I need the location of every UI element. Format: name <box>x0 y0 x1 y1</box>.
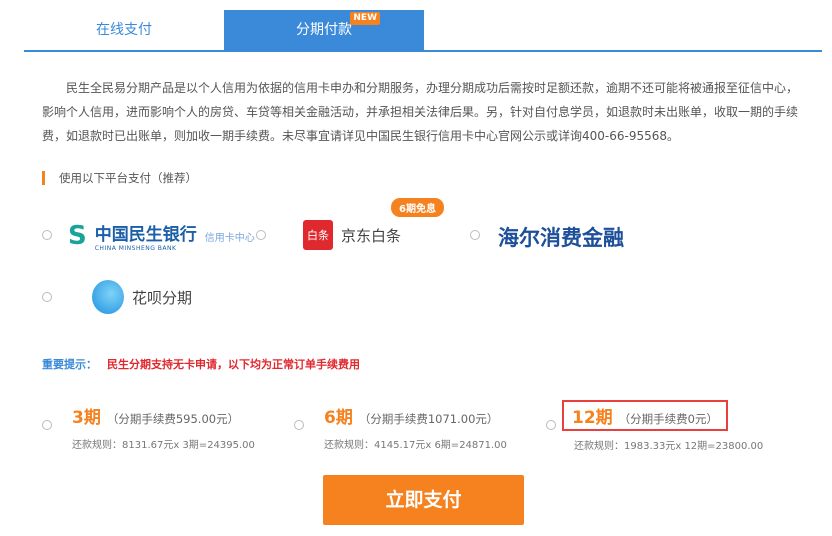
plan-term: 6期 <box>324 408 353 428</box>
selected-highlight: 12期 （分期手续费0元） <box>562 400 728 431</box>
plan-3[interactable]: 3期 （分期手续费595.00元） 还款规则：8131.67元x 3期=24395… <box>72 403 255 451</box>
radio-minsheng[interactable] <box>42 230 52 240</box>
haier-name: 海尔消费金融 <box>498 225 624 250</box>
huabei-icon <box>92 280 124 314</box>
radio-plan-12[interactable] <box>546 420 556 430</box>
radio-huabei[interactable] <box>42 292 52 302</box>
radio-jd[interactable] <box>256 230 266 240</box>
plan-fee: （分期手续费595.00元） <box>106 412 240 426</box>
minsheng-logo[interactable]: S 中国民生银行 CHINA MINSHENG BANK 信用卡中心 <box>68 220 255 252</box>
plan-fee: （分期手续费1071.00元） <box>358 412 499 426</box>
tab-installment[interactable]: 分期付款 NEW <box>224 10 424 50</box>
pay-now-button[interactable]: 立即支付 <box>323 475 524 525</box>
tab-online-payment[interactable]: 在线支付 <box>24 10 224 50</box>
plan-rule: 还款规则：4145.17元x 6期=24871.00 <box>324 440 507 451</box>
plan-term: 12期 <box>572 408 613 428</box>
new-badge: NEW <box>350 12 380 25</box>
minsheng-name: 中国民生银行 <box>94 225 197 245</box>
huabei-name: 花呗分期 <box>132 288 193 307</box>
jd-badge: 6期免息 <box>391 198 444 217</box>
huabei-logo[interactable]: 花呗分期 <box>92 280 192 314</box>
installment-description: 民生全民易分期产品是以个人信用为依据的信用卡申办和分期服务，办理分期成功后需按时… <box>42 81 799 143</box>
notice-label: 重要提示： <box>42 358 97 371</box>
jd-name: 京东白条 <box>341 226 402 245</box>
jd-baitiao-icon: 白条 <box>303 220 333 250</box>
plan-rule: 还款规则：8131.67元x 3期=24395.00 <box>72 440 255 451</box>
plan-6[interactable]: 6期 （分期手续费1071.00元） 还款规则：4145.17元x 6期=2487… <box>324 403 507 451</box>
jd-logo[interactable]: 白条 京东白条 <box>303 220 401 250</box>
minsheng-sub: CHINA MINSHENG BANK <box>94 245 177 252</box>
haier-logo[interactable]: 海尔消费金融 <box>498 222 624 252</box>
tab-bar: 在线支付 分期付款 NEW <box>24 10 822 52</box>
radio-plan-3[interactable] <box>42 420 52 430</box>
plan-rule: 还款规则：1983.33元x 12期=23800.00 <box>574 441 764 452</box>
minsheng-extra: 信用卡中心 <box>204 232 255 244</box>
section-title: 使用以下平台支付（推荐） <box>42 171 197 185</box>
important-notice: 重要提示： 民生分期支持无卡申请，以下均为正常订单手续费用 <box>42 356 360 372</box>
plan-term: 3期 <box>72 408 101 428</box>
plan-12[interactable]: 12期 （分期手续费0元） 还款规则：1983.33元x 12期=23800.00 <box>562 400 763 452</box>
tab-installment-label: 分期付款 <box>296 22 352 38</box>
notice-text: 民生分期支持无卡申请，以下均为正常订单手续费用 <box>107 358 360 371</box>
minsheng-icon: S <box>68 221 87 251</box>
plan-fee: （分期手续费0元） <box>618 412 718 426</box>
radio-haier[interactable] <box>470 230 480 240</box>
radio-plan-6[interactable] <box>294 420 304 430</box>
